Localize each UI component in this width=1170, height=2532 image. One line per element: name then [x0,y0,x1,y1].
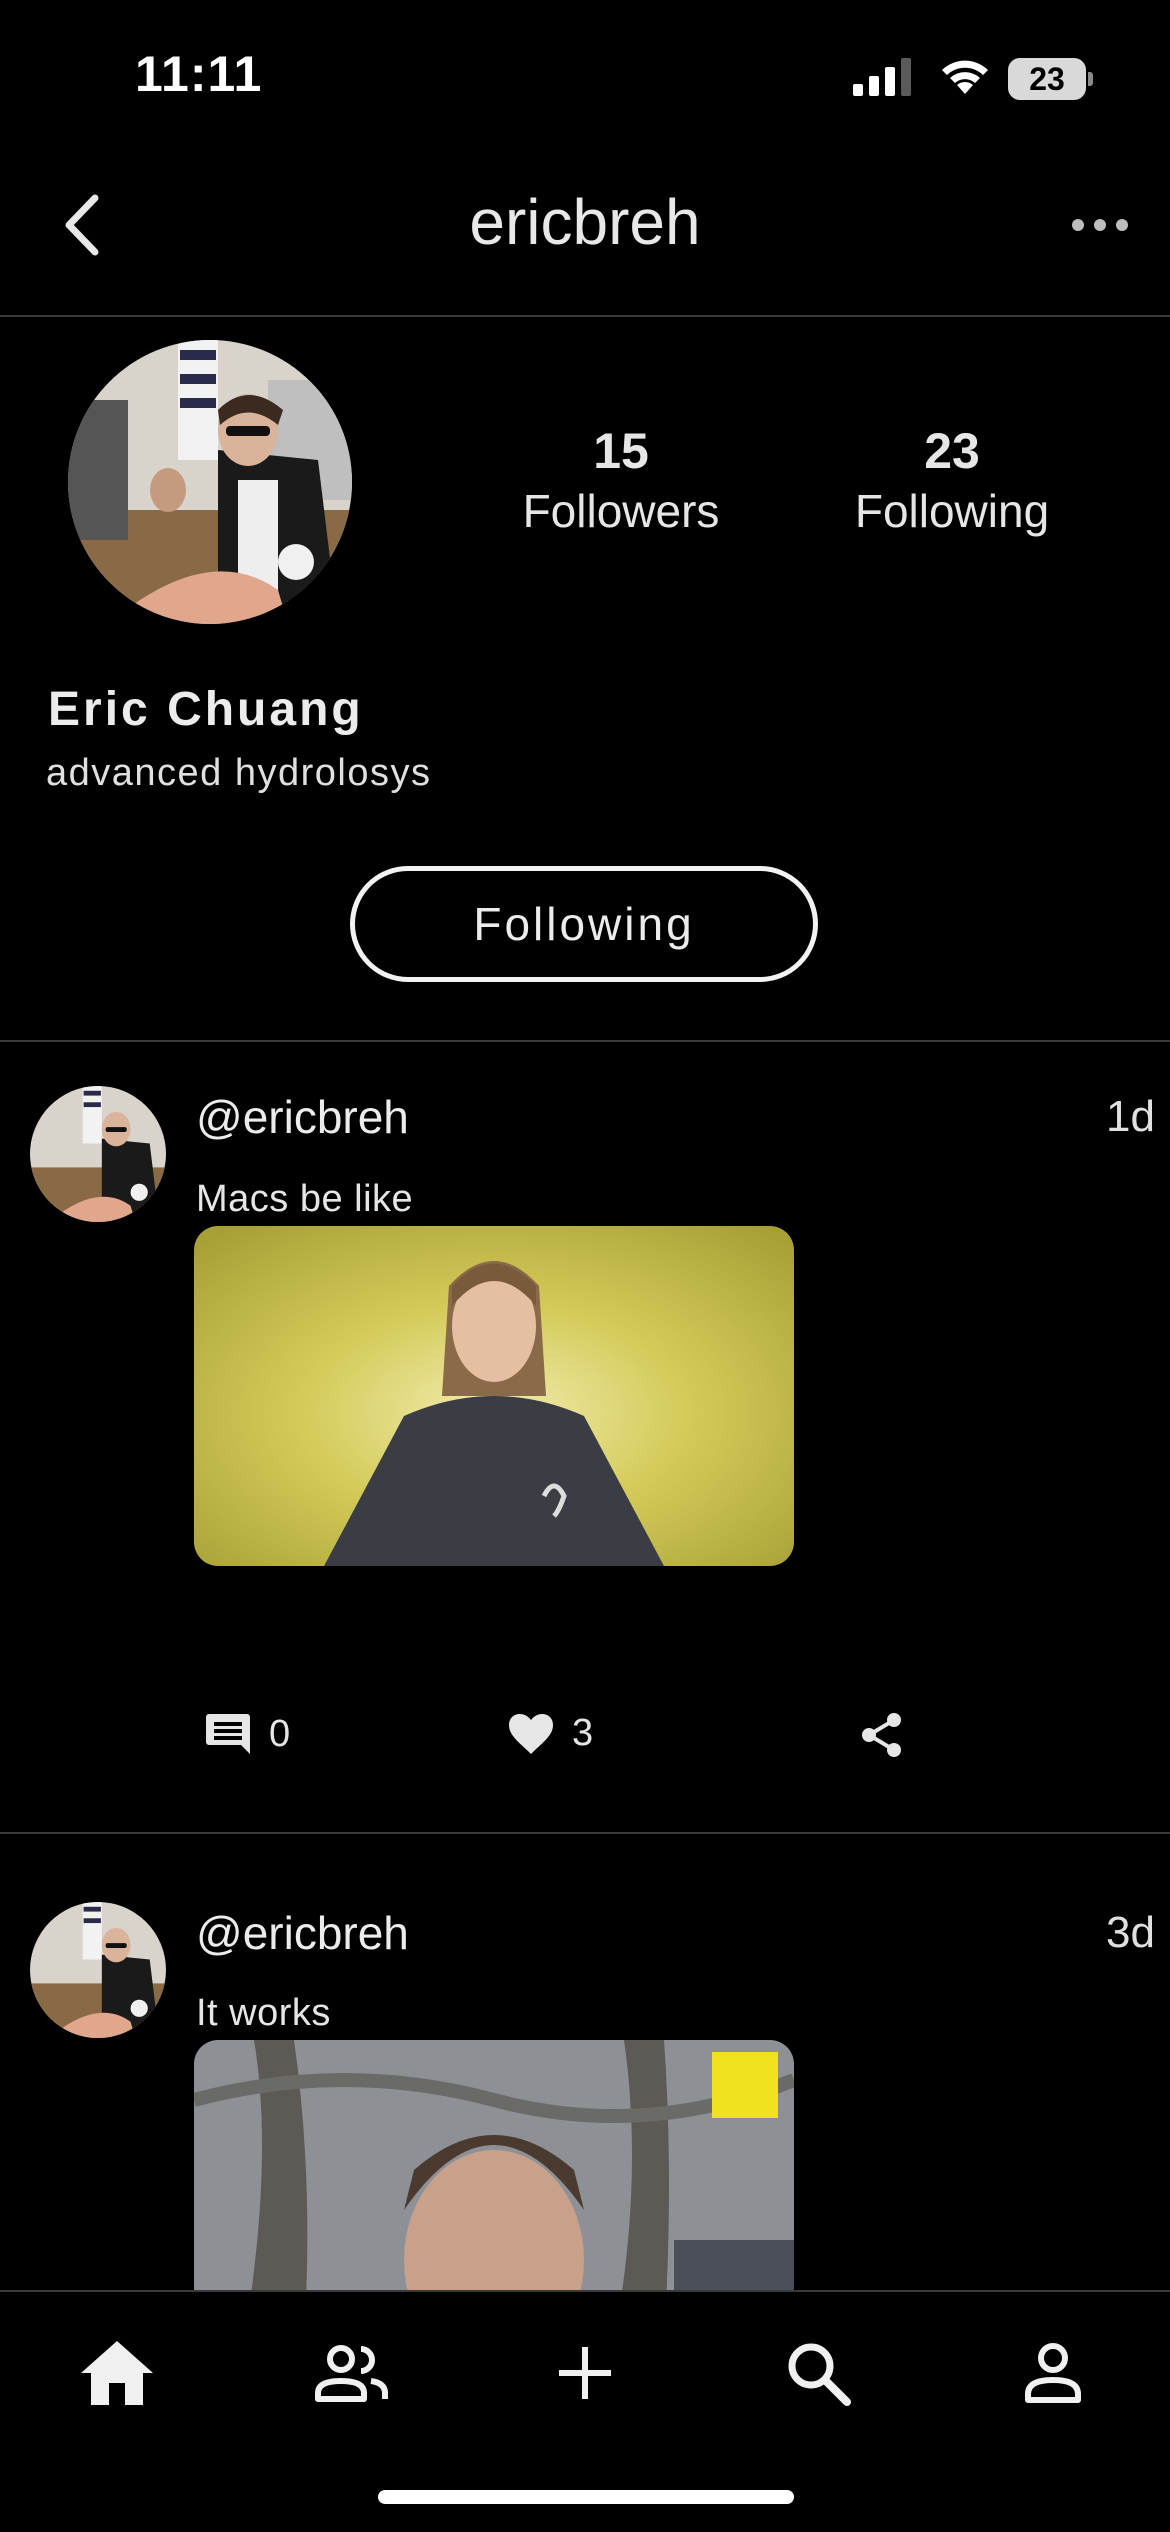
more-options-icon[interactable] [1068,200,1132,250]
battery-indicator: 23 [1008,58,1093,100]
post-gif[interactable] [194,1226,794,1566]
following-count: 23 [924,423,980,479]
post-username[interactable]: @ericbreh [196,1906,409,1960]
status-time: 11:11 [135,46,263,102]
comment-button[interactable]: 0 [205,1712,290,1756]
heart-icon [509,1713,553,1754]
display-name: Eric Chuang [48,683,364,736]
battery-level: 23 [1029,61,1065,97]
post-avatar[interactable] [30,1902,166,2038]
plus-icon [559,2347,611,2399]
comment-count: 0 [269,1712,291,1755]
post-username[interactable]: @ericbreh [196,1090,409,1144]
nav-home[interactable] [72,2328,162,2418]
post-avatar[interactable] [30,1086,166,1222]
home-indicator[interactable] [378,2490,794,2504]
nav-profile[interactable] [1008,2328,1098,2418]
page-title: ericbreh [469,186,701,258]
followers-stat[interactable]: 15 Followers [491,422,751,538]
share-icon[interactable] [860,1712,904,1758]
search-icon [788,2343,851,2406]
home-icon [81,2341,153,2405]
post-card[interactable]: @ericbreh 1d Macs be like 0 3 [0,1042,1170,1832]
profile-avatar [68,340,352,624]
people-icon [315,2345,388,2402]
post-text: It works [196,1992,331,2034]
post-card[interactable]: @ericbreh 3d It works [0,1834,1170,2290]
following-toggle-button[interactable]: Following [350,866,818,982]
post-text: Macs be like [196,1178,414,1220]
nav-search[interactable] [773,2328,863,2418]
comment-icon [206,1714,250,1754]
followers-label: Followers [522,485,720,537]
post-gif[interactable] [194,2040,794,2290]
header-divider [0,315,1170,317]
following-stat[interactable]: 23 Following [822,422,1082,538]
like-count: 3 [572,1712,594,1754]
post-timestamp: 1d [1106,1092,1155,1141]
nav-create[interactable] [540,2328,630,2418]
nav-people[interactable] [306,2328,396,2418]
wifi-icon [942,60,988,94]
profile-bio: advanced hydrolosys [46,752,432,794]
cellular-signal-icon [853,58,911,96]
post-timestamp: 3d [1106,1908,1155,1957]
followers-count: 15 [593,423,649,479]
profile-icon [1025,2343,1081,2403]
following-label: Following [854,485,1050,537]
like-button[interactable]: 3 [508,1712,593,1755]
